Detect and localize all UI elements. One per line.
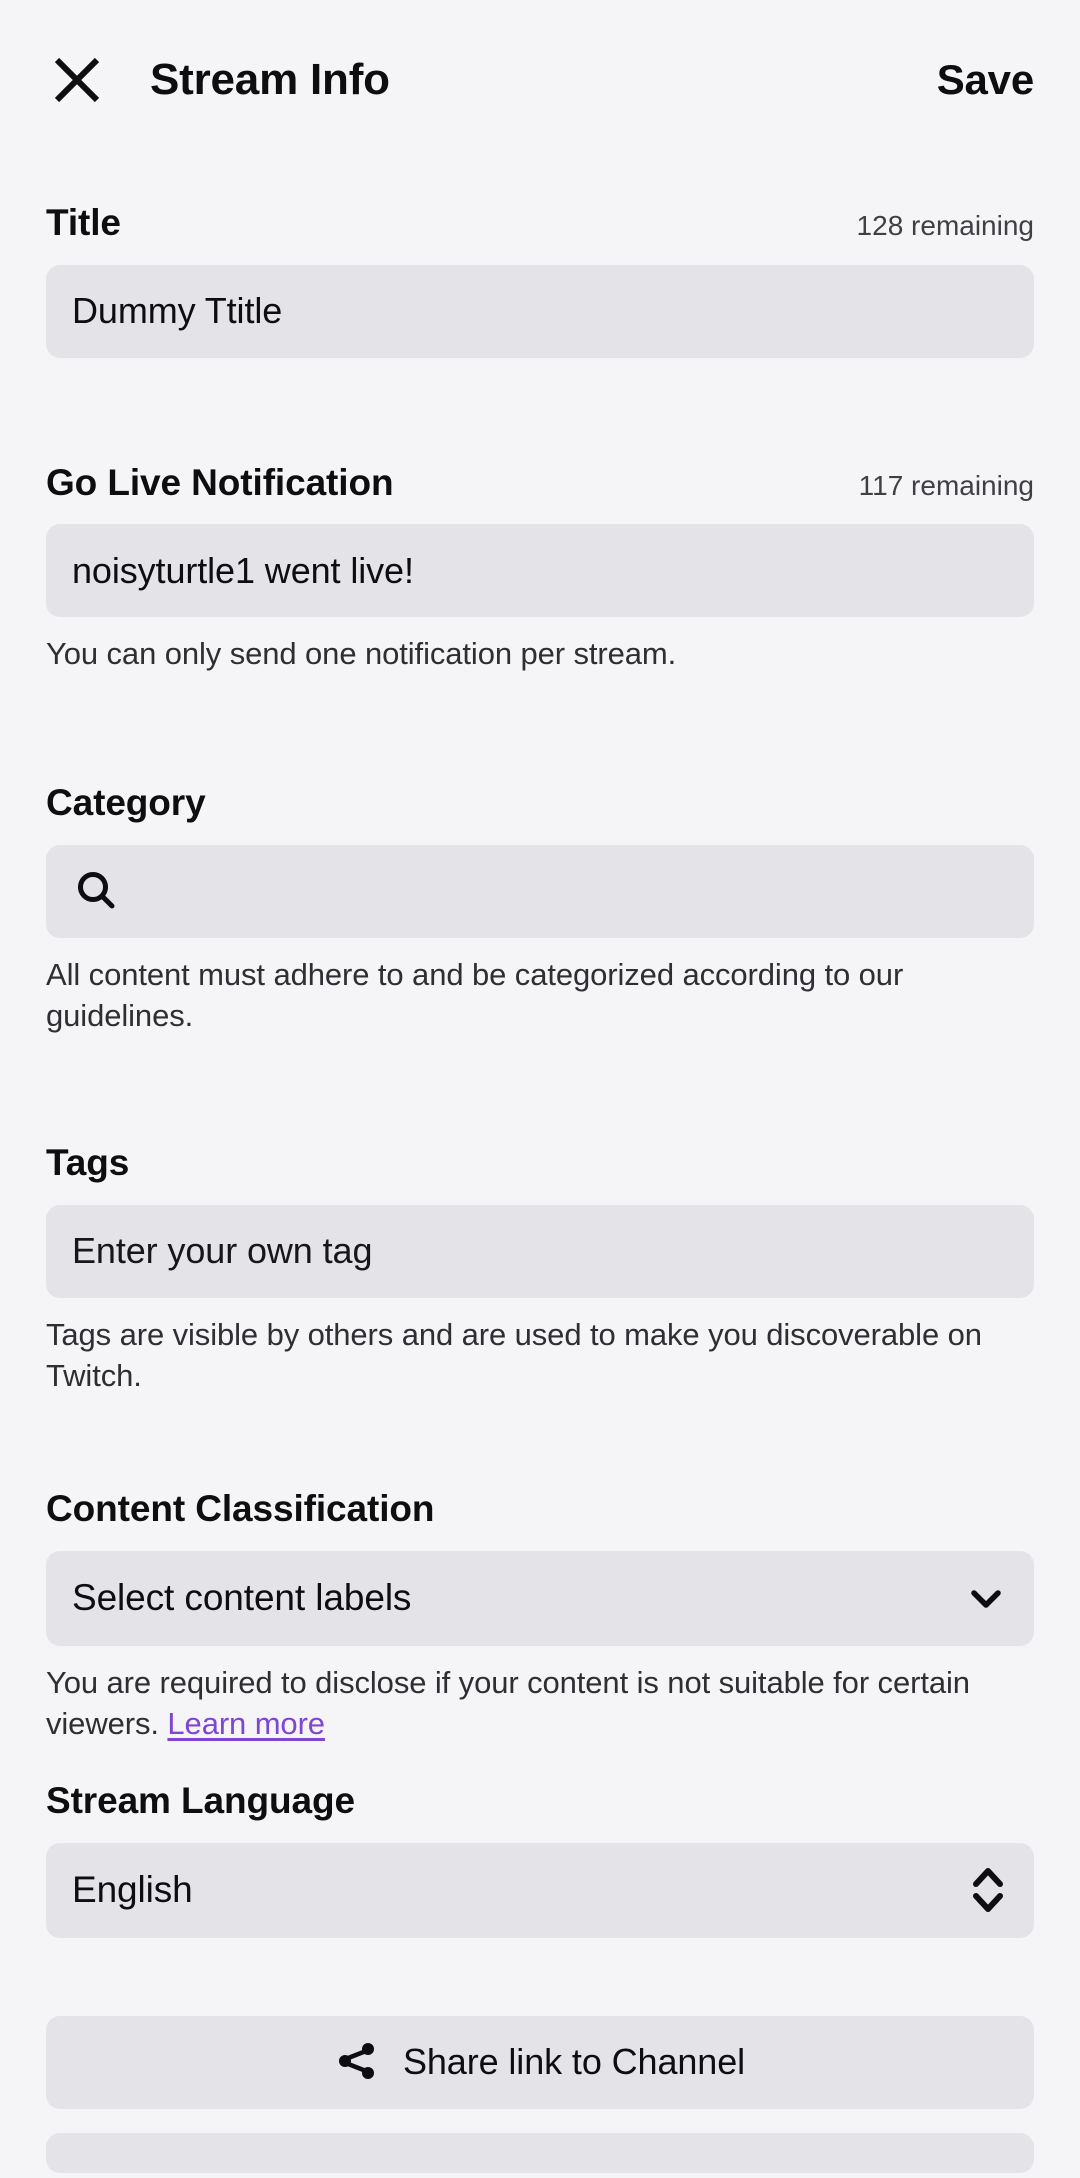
go-live-label: Go Live Notification (46, 461, 394, 503)
chevron-up-down-icon (968, 1862, 1008, 1918)
chevron-down-icon (964, 1576, 1008, 1620)
title-section: Title 128 remaining Dummy Ttitle (46, 160, 1034, 358)
content-labels-select[interactable]: Select content labels (46, 1550, 1034, 1646)
title-input-value: Dummy Ttitle (72, 290, 283, 332)
content-classification-helper-text: You are required to disclose if your con… (46, 1662, 1034, 1744)
tags-label: Tags (46, 1142, 130, 1184)
category-search-input[interactable] (46, 844, 1034, 938)
share-section: Share link to Channel (0, 1938, 1080, 2173)
category-label-row: Category (46, 782, 1034, 825)
header-bar: Stream Info Save (0, 0, 1080, 160)
stream-language-label-row: Stream Language (46, 1780, 1034, 1823)
category-helper-text: All content must adhere to and be catego… (46, 956, 904, 1034)
tags-label-row: Tags (46, 1142, 1034, 1185)
go-live-notification-section: Go Live Notification 117 remaining noisy… (46, 358, 1034, 675)
go-live-input[interactable]: noisyturtle1 went live! (46, 524, 1034, 618)
title-char-counter: 128 remaining (856, 210, 1034, 241)
title-input[interactable]: Dummy Ttitle (46, 264, 1034, 358)
content-labels-value: Select content labels (72, 1577, 412, 1619)
go-live-label-row: Go Live Notification 117 remaining (46, 462, 1034, 505)
close-icon[interactable] (46, 49, 108, 111)
title-label: Title (46, 202, 121, 243)
tags-helper-text: Tags are visible by others and are used … (46, 1316, 982, 1394)
search-icon (72, 867, 120, 915)
tags-input[interactable]: Enter your own tag (46, 1204, 1034, 1298)
content-classification-section: Content Classification Select content la… (46, 1396, 1034, 1744)
learn-more-link[interactable]: Learn more (167, 1706, 325, 1741)
share-icon (335, 2039, 379, 2086)
content-classification-label-row: Content Classification (46, 1488, 1034, 1531)
stream-language-label: Stream Language (46, 1780, 355, 1822)
page-title: Stream Info (150, 55, 390, 104)
go-live-helper-text: You can only send one notification per s… (46, 636, 677, 672)
next-card-peek[interactable] (46, 2132, 1034, 2173)
go-live-input-value: noisyturtle1 went live! (72, 549, 414, 591)
title-label-row: Title 128 remaining (46, 202, 1034, 245)
tags-input-value: Enter your own tag (72, 1230, 373, 1272)
stream-language-value: English (72, 1869, 193, 1911)
content-classification-label: Content Classification (46, 1488, 435, 1530)
stream-info-screen: Stream Info Save Title 128 remaining Dum… (0, 0, 1080, 2178)
go-live-char-counter: 117 remaining (858, 469, 1034, 501)
save-button[interactable]: Save (937, 59, 1034, 101)
tags-section: Tags Enter your own tag Tags are visible… (46, 1036, 1034, 1396)
category-section: Category All content must adhere to and … (46, 674, 1034, 1036)
share-link-label: Share link to Channel (402, 2041, 746, 2083)
share-link-button[interactable]: Share link to Channel (46, 2015, 1034, 2109)
form-content: Title 128 remaining Dummy Ttitle Go Live… (0, 160, 1080, 1938)
stream-language-section: Stream Language English (46, 1744, 1034, 1938)
category-label: Category (46, 782, 206, 824)
stream-language-select[interactable]: English (46, 1842, 1034, 1938)
